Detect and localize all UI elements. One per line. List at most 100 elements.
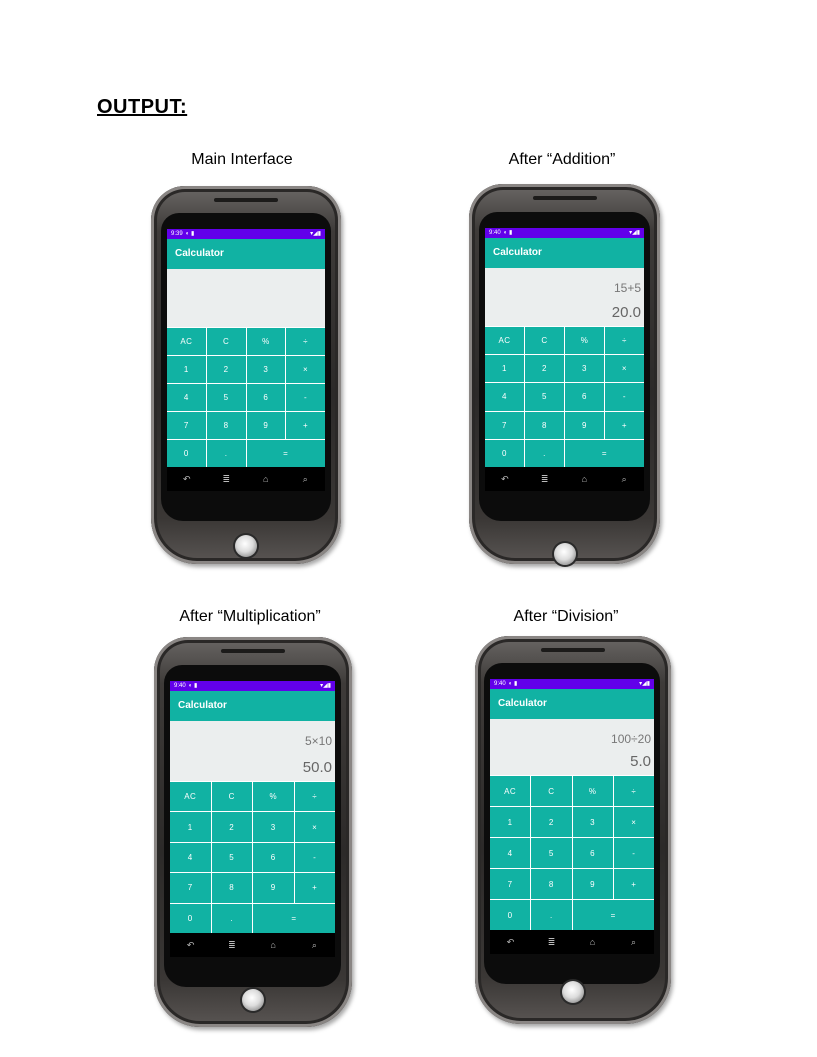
hardware-trackball[interactable] bbox=[235, 535, 257, 557]
digit-0-button[interactable]: 0 bbox=[485, 439, 524, 467]
divide-button[interactable]: ÷ bbox=[613, 776, 654, 806]
status-time: 9:40 bbox=[494, 681, 506, 687]
digit-9-button[interactable]: 9 bbox=[565, 411, 604, 439]
digit-6-button[interactable]: 6 bbox=[246, 384, 286, 411]
home-icon[interactable]: ⌂ bbox=[259, 474, 273, 484]
digit-5-button[interactable]: 5 bbox=[525, 383, 564, 411]
back-icon[interactable]: ↶ bbox=[180, 474, 194, 485]
digit-9-button[interactable]: 9 bbox=[253, 873, 294, 903]
clear-button[interactable]: C bbox=[211, 782, 252, 812]
digit-3-button[interactable]: 3 bbox=[572, 807, 613, 837]
digit-7-button[interactable]: 7 bbox=[167, 412, 206, 439]
back-icon[interactable]: ↶ bbox=[504, 937, 518, 948]
add-button[interactable]: + bbox=[605, 411, 644, 439]
multiply-button[interactable]: × bbox=[294, 812, 335, 842]
home-icon[interactable]: ⌂ bbox=[266, 940, 280, 950]
digit-7-button[interactable]: 7 bbox=[170, 873, 211, 903]
equals-button[interactable]: = bbox=[246, 440, 325, 467]
divide-button[interactable]: ÷ bbox=[294, 782, 335, 812]
home-icon[interactable]: ⌂ bbox=[577, 474, 591, 484]
percent-button[interactable]: % bbox=[253, 782, 294, 812]
search-icon[interactable]: ⌕ bbox=[307, 940, 321, 951]
digit-8-button[interactable]: 8 bbox=[206, 412, 246, 439]
digit-0-button[interactable]: 0 bbox=[170, 903, 211, 933]
recent-apps-icon[interactable]: ≣ bbox=[538, 474, 552, 485]
digit-0-button[interactable]: 0 bbox=[490, 900, 531, 930]
subtract-button[interactable]: - bbox=[294, 842, 335, 873]
digit-8-button[interactable]: 8 bbox=[525, 411, 564, 439]
digit-6-button[interactable]: 6 bbox=[253, 842, 294, 873]
digit-1-button[interactable]: 1 bbox=[170, 812, 211, 842]
subtract-button[interactable]: - bbox=[613, 838, 654, 868]
all-clear-button[interactable]: AC bbox=[485, 327, 524, 355]
recent-apps-icon[interactable]: ≣ bbox=[219, 474, 233, 485]
divide-button[interactable]: ÷ bbox=[605, 327, 644, 355]
digit-4-button[interactable]: 4 bbox=[167, 384, 206, 411]
digit-5-button[interactable]: 5 bbox=[531, 838, 572, 868]
recent-apps-icon[interactable]: ≣ bbox=[545, 937, 559, 948]
digit-3-button[interactable]: 3 bbox=[246, 356, 286, 383]
digit-3-button[interactable]: 3 bbox=[253, 812, 294, 842]
digit-1-button[interactable]: 1 bbox=[490, 807, 531, 837]
clear-button[interactable]: C bbox=[525, 327, 564, 355]
digit-8-button[interactable]: 8 bbox=[531, 869, 572, 899]
hardware-trackball[interactable] bbox=[553, 543, 576, 565]
digit-8-button[interactable]: 8 bbox=[211, 873, 252, 903]
all-clear-button[interactable]: AC bbox=[490, 776, 531, 806]
earpiece-speaker bbox=[532, 196, 597, 200]
digit-4-button[interactable]: 4 bbox=[170, 842, 211, 873]
back-icon[interactable]: ↶ bbox=[184, 940, 198, 951]
calculator-display: 100÷20 5.0 bbox=[490, 719, 654, 775]
app-title: Calculator bbox=[167, 239, 325, 269]
digit-2-button[interactable]: 2 bbox=[211, 812, 252, 842]
digit-6-button[interactable]: 6 bbox=[572, 838, 613, 868]
multiply-button[interactable]: × bbox=[613, 807, 654, 837]
multiply-button[interactable]: × bbox=[605, 355, 644, 383]
digit-7-button[interactable]: 7 bbox=[490, 869, 531, 899]
digit-2-button[interactable]: 2 bbox=[525, 355, 564, 383]
digit-5-button[interactable]: 5 bbox=[211, 842, 252, 873]
decimal-point-button[interactable]: . bbox=[206, 440, 246, 467]
digit-2-button[interactable]: 2 bbox=[206, 356, 246, 383]
back-icon[interactable]: ↶ bbox=[498, 474, 512, 485]
add-button[interactable]: + bbox=[286, 412, 325, 439]
recent-apps-icon[interactable]: ≣ bbox=[225, 940, 239, 951]
digit-3-button[interactable]: 3 bbox=[565, 355, 604, 383]
equals-button[interactable]: = bbox=[565, 439, 644, 467]
hardware-trackball[interactable] bbox=[562, 981, 584, 1003]
digit-4-button[interactable]: 4 bbox=[485, 383, 524, 411]
digit-1-button[interactable]: 1 bbox=[485, 355, 524, 383]
digit-6-button[interactable]: 6 bbox=[565, 383, 604, 411]
search-icon[interactable]: ⌕ bbox=[627, 937, 641, 948]
add-button[interactable]: + bbox=[294, 873, 335, 903]
digit-7-button[interactable]: 7 bbox=[485, 411, 524, 439]
digit-5-button[interactable]: 5 bbox=[206, 384, 246, 411]
subtract-button[interactable]: - bbox=[605, 383, 644, 411]
subtract-button[interactable]: - bbox=[286, 384, 325, 411]
digit-0-button[interactable]: 0 bbox=[167, 440, 206, 467]
percent-button[interactable]: % bbox=[572, 776, 613, 806]
divide-button[interactable]: ÷ bbox=[286, 328, 325, 355]
add-button[interactable]: + bbox=[613, 869, 654, 899]
all-clear-button[interactable]: AC bbox=[170, 782, 211, 812]
equals-button[interactable]: = bbox=[572, 900, 654, 930]
hardware-trackball[interactable] bbox=[242, 989, 264, 1011]
decimal-point-button[interactable]: . bbox=[525, 439, 564, 467]
digit-2-button[interactable]: 2 bbox=[531, 807, 572, 837]
digit-4-button[interactable]: 4 bbox=[490, 838, 531, 868]
clear-button[interactable]: C bbox=[531, 776, 572, 806]
digit-1-button[interactable]: 1 bbox=[167, 356, 206, 383]
equals-button[interactable]: = bbox=[253, 903, 335, 933]
decimal-point-button[interactable]: . bbox=[211, 903, 252, 933]
all-clear-button[interactable]: AC bbox=[167, 328, 206, 355]
search-icon[interactable]: ⌕ bbox=[298, 474, 312, 485]
decimal-point-button[interactable]: . bbox=[531, 900, 572, 930]
percent-button[interactable]: % bbox=[246, 328, 286, 355]
clear-button[interactable]: C bbox=[206, 328, 246, 355]
percent-button[interactable]: % bbox=[565, 327, 604, 355]
multiply-button[interactable]: × bbox=[286, 356, 325, 383]
digit-9-button[interactable]: 9 bbox=[572, 869, 613, 899]
digit-9-button[interactable]: 9 bbox=[246, 412, 286, 439]
home-icon[interactable]: ⌂ bbox=[586, 937, 600, 947]
search-icon[interactable]: ⌕ bbox=[617, 474, 631, 485]
